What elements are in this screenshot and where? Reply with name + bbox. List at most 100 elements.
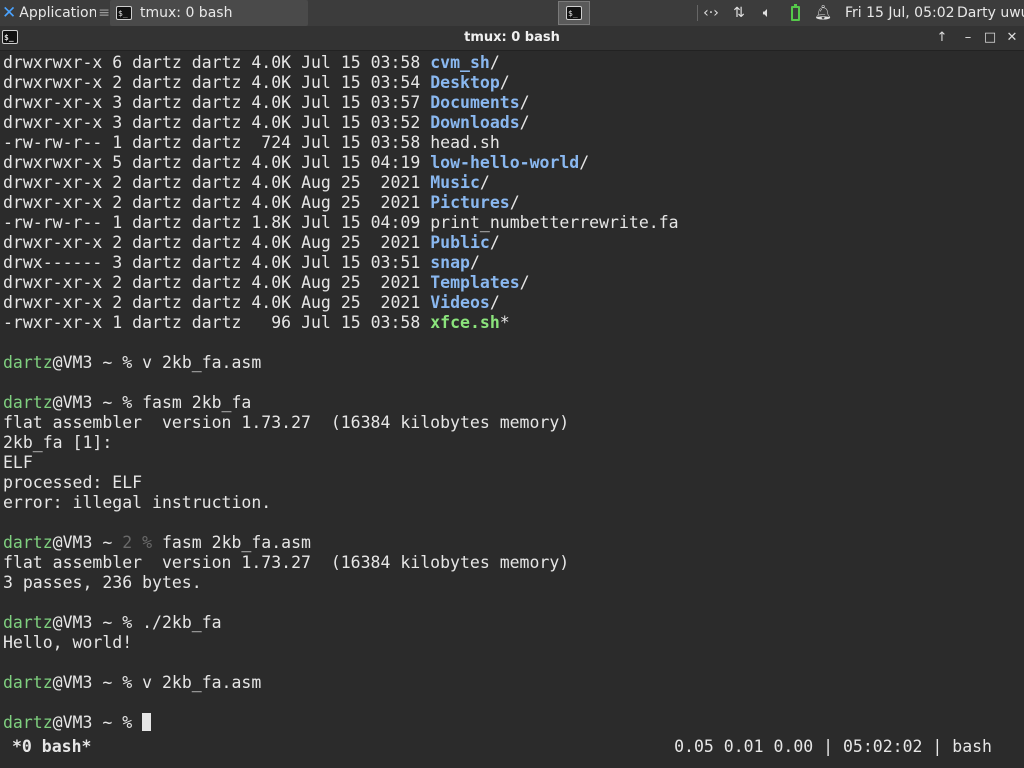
listing-links: 1 bbox=[112, 133, 123, 152]
taskbar-item-label: tmux: 0 bash bbox=[140, 5, 233, 21]
minimize-button[interactable]: – bbox=[956, 26, 980, 50]
listing-perm: drwxr-xr-x bbox=[3, 113, 103, 132]
panel-separator bbox=[697, 5, 698, 21]
listing-mon: Jul bbox=[301, 113, 331, 132]
listing-links: 2 bbox=[112, 173, 123, 192]
xfce-logo-icon: ✕ bbox=[2, 3, 17, 23]
battery-icon[interactable] bbox=[784, 0, 806, 26]
prompt-user: dartz bbox=[3, 673, 53, 692]
listing-suffix: / bbox=[509, 193, 520, 212]
listing-owner: dartz bbox=[132, 313, 182, 332]
applications-menu[interactable]: ✕ Applications ≡ bbox=[0, 0, 110, 26]
output-line: processed: ELF bbox=[3, 473, 142, 493]
listing-suffix: / bbox=[519, 273, 530, 292]
listing-day: 15 bbox=[340, 153, 361, 172]
listing-group: dartz bbox=[191, 213, 242, 232]
listing-size: 4.0K bbox=[251, 193, 292, 212]
listing-row: drwxrwxr-x 2 dartz dartz 4.0K Jul 15 03:… bbox=[3, 73, 510, 93]
output-text: 3 passes, 236 bytes. bbox=[3, 573, 202, 592]
listing-day: 15 bbox=[340, 133, 361, 152]
listing-time: 03:58 bbox=[370, 133, 421, 152]
prompt-host: @VM3 ~ bbox=[52, 533, 123, 552]
shade-button[interactable]: ↑ bbox=[930, 26, 954, 50]
listing-size: 4.0K bbox=[251, 93, 292, 112]
listing-suffix: / bbox=[479, 173, 490, 192]
listing-mon: Jul bbox=[301, 153, 331, 172]
output-text: flat assembler version 1.73.27 (16384 ki… bbox=[3, 553, 570, 572]
listing-suffix: / bbox=[579, 153, 590, 172]
listing-day: 15 bbox=[340, 73, 361, 92]
listing-suffix: / bbox=[469, 253, 480, 272]
listing-row: drwxr-xr-x 2 dartz dartz 4.0K Aug 25 202… bbox=[3, 173, 490, 193]
listing-group: dartz bbox=[191, 73, 242, 92]
terminal-icon: $_ bbox=[116, 6, 132, 20]
listing-links: 2 bbox=[112, 273, 123, 292]
listing-size: 4.0K bbox=[251, 73, 292, 92]
prompt-line: dartz@VM3 ~ % ./2kb_fa bbox=[3, 613, 222, 633]
maximize-button[interactable]: □ bbox=[978, 26, 1002, 50]
tmux-status-right: 0.05 0.01 0.00 | 05:02:02 | bash bbox=[674, 737, 992, 756]
transfer-icon[interactable]: ⇅ bbox=[728, 0, 750, 26]
tmux-window-tab[interactable]: *0 bash* bbox=[12, 737, 91, 757]
listing-group: dartz bbox=[191, 233, 242, 252]
listing-time: 03:54 bbox=[370, 73, 421, 92]
listing-links: 3 bbox=[112, 93, 123, 112]
prompt-user: dartz bbox=[3, 533, 53, 552]
listing-time: 2021 bbox=[370, 173, 421, 192]
network-icon[interactable]: ‹·› bbox=[700, 0, 722, 26]
volume-icon[interactable]: 🔈︎ bbox=[756, 0, 778, 26]
terminal-output[interactable]: drwxrwxr-x 6 dartz dartz 4.0K Jul 15 03:… bbox=[0, 51, 1024, 737]
listing-size: 96 bbox=[251, 313, 292, 332]
bell-icon[interactable]: 🔔︎ bbox=[812, 0, 834, 26]
output-text: 2kb_fa [1]: bbox=[3, 433, 113, 452]
terminal-launcher-button[interactable]: $_ bbox=[558, 1, 590, 25]
listing-row: drwxr-xr-x 3 dartz dartz 4.0K Jul 15 03:… bbox=[3, 93, 530, 113]
clock[interactable]: Fri 15 Jul, 05:02 bbox=[845, 0, 955, 26]
listing-time: 04:09 bbox=[370, 213, 421, 232]
listing-mon: Jul bbox=[301, 253, 331, 272]
listing-mon: Jul bbox=[301, 93, 331, 112]
listing-perm: drwxrwxr-x bbox=[3, 73, 103, 92]
listing-perm: drwxrwxr-x bbox=[3, 53, 103, 72]
prompt-user: dartz bbox=[3, 713, 53, 732]
applications-label: Applications bbox=[19, 5, 97, 21]
listing-mon: Aug bbox=[301, 193, 331, 212]
listing-time: 2021 bbox=[370, 293, 421, 312]
user-menu[interactable]: Darty uwu bbox=[957, 0, 1024, 26]
listing-day: 15 bbox=[340, 93, 361, 112]
listing-perm: drwx------ bbox=[3, 253, 103, 272]
listing-name: cvm_sh bbox=[430, 53, 490, 72]
listing-size: 724 bbox=[251, 133, 292, 152]
output-line: 2kb_fa [1]: bbox=[3, 433, 112, 453]
menu-icon: ≡ bbox=[98, 5, 110, 21]
listing-name: Templates bbox=[430, 273, 520, 292]
taskbar-item-tmux[interactable]: $_ tmux: 0 bash bbox=[110, 0, 308, 26]
listing-time: 2021 bbox=[370, 273, 421, 292]
listing-time: 2021 bbox=[370, 233, 421, 252]
output-line: error: illegal instruction. bbox=[3, 493, 271, 513]
window-titlebar[interactable]: $_ tmux: 0 bash ↑ – □ ✕ bbox=[0, 26, 1024, 51]
listing-row: drwxr-xr-x 2 dartz dartz 4.0K Aug 25 202… bbox=[3, 233, 500, 253]
prompt-line: dartz@VM3 ~ % v 2kb_fa.asm bbox=[3, 673, 261, 693]
output-line: ELF bbox=[3, 453, 33, 473]
terminal-padding bbox=[0, 757, 1024, 768]
output-line: flat assembler version 1.73.27 (16384 ki… bbox=[3, 413, 569, 433]
command-text: ./2kb_fa bbox=[132, 613, 222, 632]
prompt-status: % bbox=[122, 713, 133, 732]
close-button[interactable]: ✕ bbox=[1000, 26, 1024, 50]
listing-owner: dartz bbox=[132, 113, 182, 132]
output-text: error: illegal instruction. bbox=[3, 493, 272, 512]
listing-perm: drwxrwxr-x bbox=[3, 153, 103, 172]
listing-time: 03:58 bbox=[370, 313, 421, 332]
listing-perm: drwxr-xr-x bbox=[3, 93, 103, 112]
prompt-status: % bbox=[122, 353, 133, 372]
listing-perm: drwxr-xr-x bbox=[3, 193, 103, 212]
prompt-line: dartz@VM3 ~ % v 2kb_fa.asm bbox=[3, 353, 261, 373]
listing-day: 25 bbox=[340, 293, 361, 312]
listing-links: 3 bbox=[112, 113, 123, 132]
listing-name: head.sh bbox=[430, 133, 500, 152]
listing-suffix: * bbox=[499, 313, 510, 332]
listing-links: 1 bbox=[112, 313, 123, 332]
prompt-host: @VM3 ~ bbox=[52, 613, 123, 632]
listing-perm: -rw-rw-r-- bbox=[3, 213, 103, 232]
